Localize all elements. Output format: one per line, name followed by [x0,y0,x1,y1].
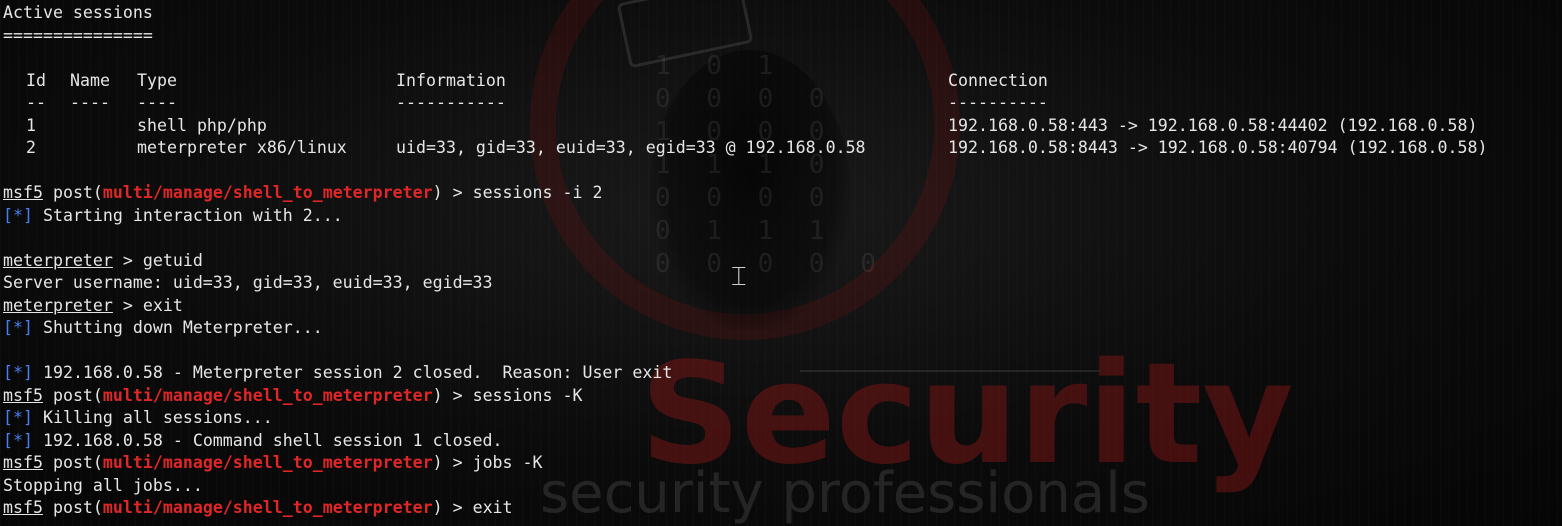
cell-type: meterpreter x86/linux [137,138,347,157]
col-header-information: Information [396,70,506,90]
status-line: [*] 192.168.0.58 - Meterpreter session 2… [3,362,1562,385]
meterpreter-prompt-name: meterpreter [3,250,113,270]
sep-connection: ---------- [948,93,1048,112]
sessions-header-rule: =============== [3,25,153,45]
prompt-post-open: post( [42,453,103,472]
cell-information: uid=33, gid=33, euid=33, egid=33 @ 192.1… [396,138,866,157]
sep-information: ----------- [396,93,506,112]
cell-connection: 192.168.0.58:443 -> 192.168.0.58:44402 (… [948,115,1478,135]
status-line: [*] Starting interaction with 2... [3,205,1562,228]
cell-type: shell php/php [137,115,267,135]
msf-prompt-line: msf5 post(multi/manage/shell_to_meterpre… [3,182,1562,205]
prompt-module: multi/manage/shell_to_meterpreter [102,498,433,517]
prompt-post-open: post( [42,498,103,517]
status-text: 192.168.0.58 - Command shell session 1 c… [32,430,503,450]
prompt-post-close: ) > [432,183,473,202]
msf-prompt-line[interactable]: msf5 post(multi/manage/shell_to_meterpre… [3,497,1562,520]
sessions-table-header: Id Name Type Information Connection [3,70,1562,93]
command-text: sessions -K [472,385,583,405]
meterpreter-prompt-line: meterpreter > exit [3,295,1562,318]
terminal-window[interactable]: 1 0 1 0 0 0 0 1 0 0 0 1 1 1 0 0 0 0 0 0 … [0,0,1562,526]
prompt-suffix: > [112,295,143,315]
status-line: [*] Shutting down Meterpreter... [3,317,1562,340]
command-text: sessions -i 2 [472,183,603,202]
text-ibeam-cursor-icon: ⌶ [731,262,747,292]
status-mark: [*] [3,205,33,225]
terminal-output: Active sessions =============== Id Name Ty… [3,2,1562,520]
sessions-table-separator: -- ---- ---- ----------- ---------- [3,92,1562,115]
sep-type: ---- [137,93,177,112]
status-text: Killing all sessions... [32,408,273,427]
cell-id: 1 [26,115,36,135]
status-text: Shutting down Meterpreter... [32,318,323,337]
command-text: jobs -K [472,453,543,472]
prompt-module: multi/manage/shell_to_meterpreter [102,385,433,405]
status-mark: [*] [3,408,33,427]
cell-connection: 192.168.0.58:8443 -> 192.168.0.58:40794 … [948,138,1488,157]
status-line: [*] 192.168.0.58 - Command shell session… [3,430,1562,453]
command-text: getuid [142,250,203,270]
col-header-id: Id [26,70,46,90]
command-text: exit [142,295,183,315]
prompt-post-close: ) > [432,385,473,405]
col-header-type: Type [137,70,177,90]
msf-prompt-line: msf5 post(multi/manage/shell_to_meterpre… [3,385,1562,408]
prompt-post-open: post( [42,385,103,405]
prompt-post-close: ) > [432,453,473,472]
col-header-connection: Connection [948,70,1048,90]
status-text: 192.168.0.58 - Meterpreter session 2 clo… [32,363,673,382]
meterpreter-prompt-line: meterpreter > getuid [3,250,1562,273]
status-line: [*] Killing all sessions... [3,407,1562,430]
col-header-name: Name [70,70,110,90]
command-input[interactable]: exit [473,498,513,517]
output-line: Stopping all jobs... [3,475,203,495]
status-mark: [*] [3,363,33,382]
prompt-post-close: ) > [432,498,473,517]
prompt-module: multi/manage/shell_to_meterpreter [102,453,433,472]
prompt-module: multi/manage/shell_to_meterpreter [102,183,433,202]
msf-prompt-line: msf5 post(multi/manage/shell_to_meterpre… [3,452,1562,475]
sessions-header: Active sessions [3,3,153,22]
meterpreter-prompt-name: meterpreter [3,295,113,315]
msf-prompt-name: msf5 [3,498,43,517]
status-mark: [*] [3,430,33,450]
sep-id: -- [26,93,46,112]
sep-name: ---- [70,93,110,112]
table-row: 2 meterpreter x86/linux uid=33, gid=33, eu… [3,137,1562,160]
msf-prompt-name: msf5 [3,453,43,472]
prompt-post-open: post( [42,183,103,202]
msf-prompt-name: msf5 [3,385,43,405]
prompt-suffix: > [112,250,143,270]
status-text: Starting interaction with 2... [32,205,343,225]
cell-id: 2 [26,138,36,157]
output-line: Server username: uid=33, gid=33, euid=33… [3,273,493,292]
table-row: 1 shell php/php 192.168.0.58:443 -> 192.16… [3,115,1562,138]
msf-prompt-name: msf5 [3,183,43,202]
status-mark: [*] [3,318,33,337]
